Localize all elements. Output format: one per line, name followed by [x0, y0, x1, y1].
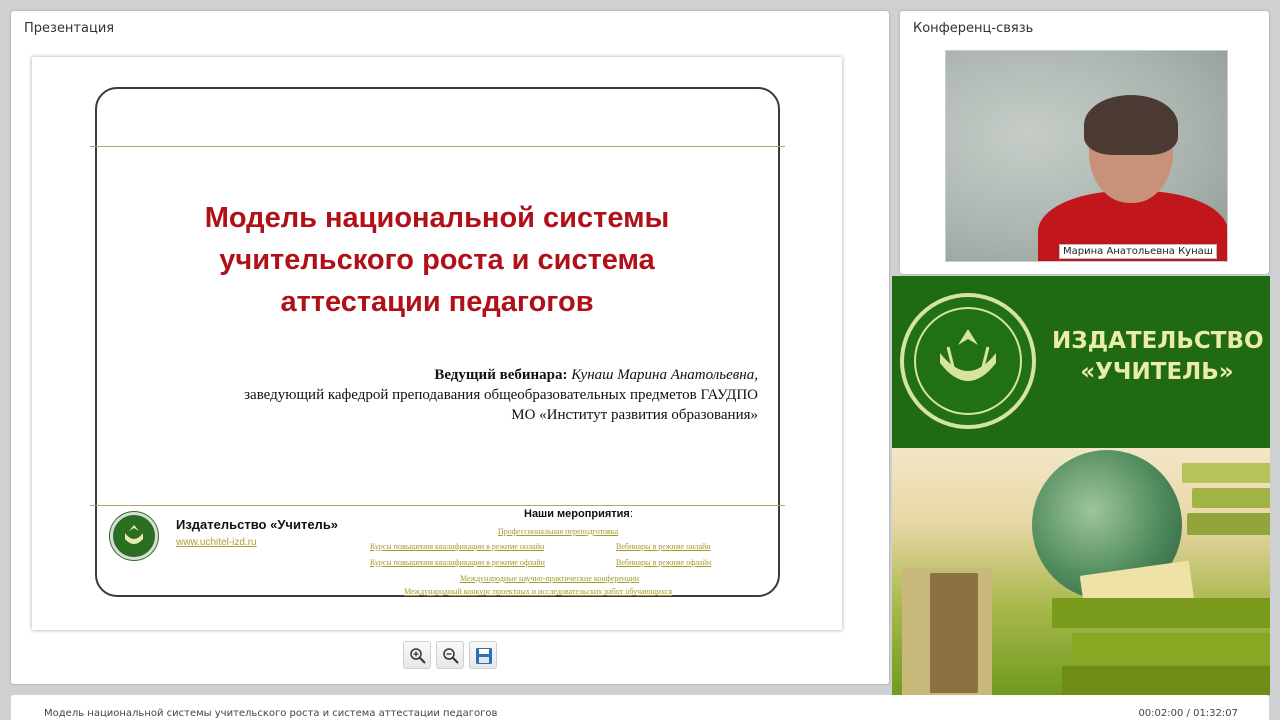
presentation-slide: Модель национальной системы учительского…: [32, 57, 842, 630]
presenter-hair: [1084, 95, 1178, 155]
event-link[interactable]: Международный конкурс проектных и исслед…: [404, 587, 672, 596]
zoom-out-button[interactable]: [436, 641, 464, 669]
slide-title-line: аттестации педагогов: [280, 286, 594, 318]
conference-panel-title: Конференц-связь: [913, 21, 1034, 36]
books-image: [892, 448, 1270, 695]
presenter-info: Ведущий вебинара: Кунаш Марина Анатольев…: [138, 365, 758, 425]
event-link[interactable]: Курсы повышения квалификации в режиме он…: [370, 542, 544, 551]
publisher-logo-icon: [110, 512, 158, 560]
event-link[interactable]: Вебинары в режиме офлайн: [616, 558, 711, 567]
slide-top-divider: [90, 146, 785, 147]
bottom-bar: Модель национальной системы учительского…: [11, 695, 1269, 720]
publisher-banner: ИЗДАТЕЛЬСТВО «УЧИТЕЛЬ»: [892, 276, 1270, 448]
zoom-in-button[interactable]: [403, 641, 431, 669]
conference-panel: Конференц-связь Марина Анатольевна Кунаш: [900, 11, 1269, 274]
webinar-title: Модель национальной системы учительского…: [44, 708, 498, 719]
publisher-emblem-icon: [900, 293, 1036, 429]
presentation-panel: Презентация Модель национальной системы …: [11, 11, 889, 684]
presenter-institution: МО «Институт развития образования»: [511, 407, 758, 423]
playback-time: 00:02:00 / 01:32:07: [1138, 708, 1238, 719]
participant-name-tag: Марина Анатольевна Кунаш: [1059, 244, 1217, 259]
slide-bottom-divider: [90, 505, 785, 506]
banner-line: ИЗДАТЕЛЬСТВО: [1052, 328, 1264, 354]
publisher-name: Издательство «Учитель»: [176, 517, 339, 532]
event-link[interactable]: Курсы повышения квалификации в режиме оф…: [370, 558, 545, 567]
event-link[interactable]: Профессиональная переподготовка: [498, 527, 618, 536]
slide-title: Модель национальной системы учительского…: [127, 197, 747, 323]
slide-title-line: учительского роста и система: [219, 244, 655, 276]
banner-publisher-name: ИЗДАТЕЛЬСТВО «УЧИТЕЛЬ»: [1052, 326, 1264, 388]
presenter-label: Ведущий вебинара:: [434, 367, 568, 383]
webcam-video[interactable]: Марина Анатольевна Кунаш: [945, 50, 1228, 262]
events-title: Наши мероприятия:: [524, 508, 633, 520]
presentation-panel-title: Презентация: [24, 21, 115, 36]
save-button[interactable]: [469, 641, 497, 669]
presenter-position: заведующий кафедрой преподавания общеобр…: [244, 387, 758, 403]
zoom-in-icon: [410, 648, 426, 664]
save-icon: [476, 648, 492, 664]
zoom-out-icon: [443, 648, 459, 664]
banner-line: «УЧИТЕЛЬ»: [1080, 359, 1234, 385]
event-link[interactable]: Вебинары в режиме онлайн: [616, 542, 711, 551]
publisher-link[interactable]: www.uchitel-izd.ru: [176, 537, 257, 548]
event-link[interactable]: Международные научно-практические конфер…: [460, 574, 639, 583]
presenter-name: Кунаш Марина Анатольевна,: [571, 367, 758, 383]
slide-title-line: Модель национальной системы: [204, 202, 670, 234]
